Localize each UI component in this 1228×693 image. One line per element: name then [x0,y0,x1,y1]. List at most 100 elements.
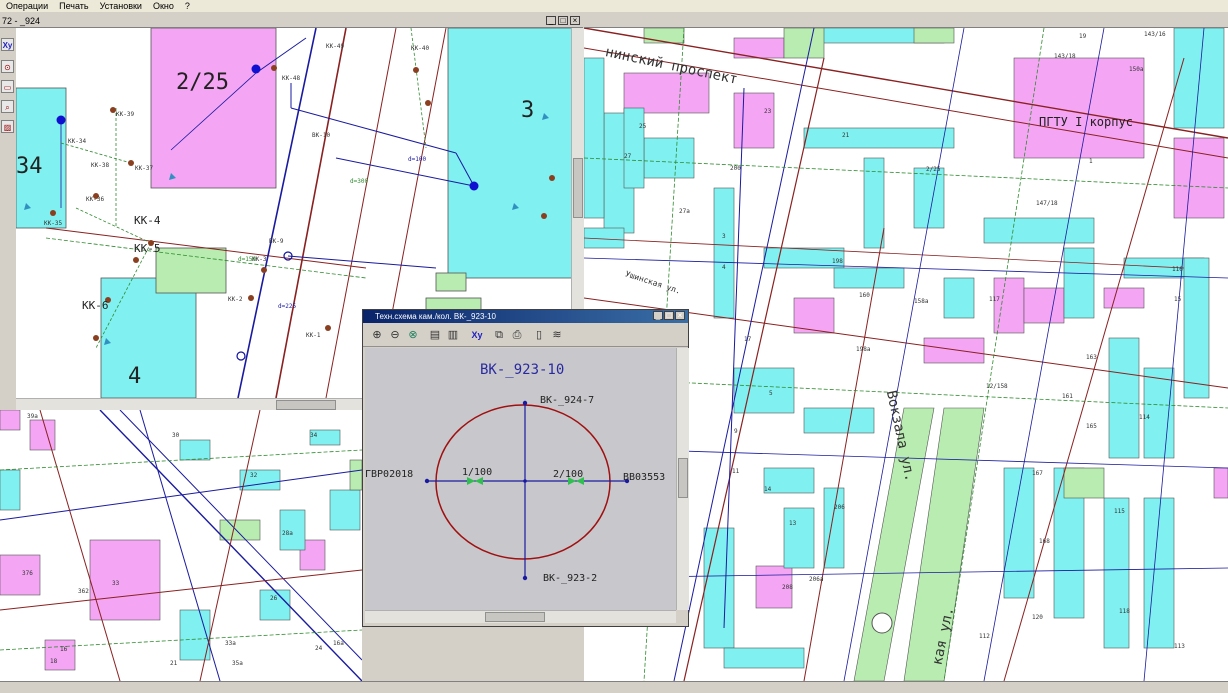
bottom-left-map-pane[interactable]: 39а 30 34 32 28а 376 26 24 33 33а 35а 16… [0,410,362,681]
close-button[interactable]: × [570,16,580,25]
left-window-titlebar: 72 - _924 _ □ × [0,14,583,28]
menu-window[interactable]: Окно [153,0,174,12]
east-pipe-label: 2/100 [553,469,584,480]
building-label: 4 [128,364,142,389]
center-node-point [523,479,527,483]
building-label: 116 [1172,266,1183,273]
well-label: ВК-9 [269,238,284,245]
scheme-diagram [424,400,630,581]
building-label: 167 [1032,470,1043,477]
left-window-title: 72 - _924 [2,16,41,26]
building-label: 2/25 [926,166,941,173]
building-label: 150а [1129,66,1144,73]
coords-icon[interactable]: Xy [469,327,485,343]
well-label: КК-49 [326,43,345,50]
building-label: 14 [764,486,772,493]
menu-settings[interactable]: Установки [100,0,142,12]
dialog-minimize-button[interactable]: _ [653,311,663,320]
building-label: 13 [789,520,797,527]
building-label: 1 [1089,158,1093,165]
scroll-thumb[interactable] [276,400,336,410]
building-label: 30 [172,432,180,439]
bottom-left-map-canvas [0,410,362,681]
dialog-titlebar[interactable]: Техн.схема кам./кол. ВК-_923-10 _ □ × [363,310,688,323]
menu-operations[interactable]: Операции [6,0,48,12]
building-label: 18 [50,658,58,665]
dialog-title: Техн.схема кам./кол. ВК-_923-10 [375,312,496,321]
building-label: 160 [859,292,870,299]
building-label: 198 [832,258,843,265]
building-label: 143/18 [1054,53,1076,60]
building-label: 11 [732,468,740,475]
well-label: КК-4 [134,214,161,227]
building-label: 143/16 [1144,31,1166,38]
building-label: 25 [639,123,647,130]
west-node-point [424,478,430,484]
building-label: 113 [1174,643,1185,650]
pipe-label: d=150 [238,256,257,263]
building-label: 168 [1039,538,1050,545]
print-icon[interactable]: ⎙ [509,327,525,343]
copy-icon[interactable]: ⧉ [491,327,507,343]
building-label: 28а [282,530,293,537]
building-label: 376 [22,570,33,577]
building-label: 16 [60,646,68,653]
building-label: 114 [1139,414,1150,421]
pan-tool-icon[interactable]: ⊙ [1,60,14,73]
building-label: 163 [1086,354,1097,361]
zoom-tool-icon[interactable]: ⌕ [1,100,14,113]
maximize-button[interactable]: □ [558,16,568,25]
select-tool-icon[interactable]: ▭ [1,80,14,93]
tile-2-icon[interactable]: ▥ [445,327,461,343]
settings-icon[interactable]: ≋ [549,327,565,343]
preview-icon[interactable]: ▯ [531,327,547,343]
building-label: 200 [730,165,741,172]
west-node-label: ГВР02018 [365,469,414,480]
coords-tool-icon[interactable]: Xy [1,38,14,51]
right-window-titlebar [584,14,1228,28]
building-label: 32 [250,472,258,479]
building-label: 33 [112,580,120,587]
building-label: 2/25 [176,70,229,95]
menu-print[interactable]: Печать [59,0,88,12]
menu-bar: Операции Печать Установки Окно ? [0,0,1228,12]
scroll-thumb[interactable] [485,612,545,622]
tool-strip: Xy ⊙ ▭ ⌕ ▨ [0,28,17,398]
hatch-tool-icon[interactable]: ▨ [1,120,14,133]
dialog-maximize-button[interactable]: □ [664,311,674,320]
pipe-label: d=225 [278,303,297,310]
building-label: 34 [16,154,43,179]
building-label: 33а [225,640,236,647]
dialog-close-button[interactable]: × [675,311,685,320]
zoom-fit-icon[interactable]: ⊗ [405,327,421,343]
well-label: КК-2 [228,296,243,303]
building-label: 362 [78,588,89,595]
well-label: КК-36 [86,196,105,203]
building-label: 15 [1174,296,1182,303]
building-label: 3 [722,233,726,240]
building-label: 5 [769,390,773,397]
scroll-thumb[interactable] [573,158,583,218]
dialog-vertical-scrollbar[interactable] [676,348,689,610]
dialog-horizontal-scrollbar[interactable] [365,610,676,623]
minimize-button[interactable]: _ [546,16,556,25]
menu-help[interactable]: ? [185,0,190,12]
zoom-out-icon[interactable]: ⊖ [387,327,403,343]
building-label: 120 [1032,614,1043,621]
pipe-label: d=100 [408,156,427,163]
tile-icon[interactable]: ▤ [427,327,443,343]
building-label: 198а [856,346,871,353]
well-label: КК-6 [82,299,109,312]
building-label: 16а [333,640,344,647]
building-label: 206 [834,504,845,511]
zoom-in-icon[interactable]: ⊕ [369,327,385,343]
well-label: КК-39 [116,111,135,118]
chamber-name: ВК-_923-10 [480,362,565,378]
scroll-thumb[interactable] [678,458,688,498]
building-label: 12/158 [986,383,1008,390]
building-label: ПГТУ I корпус [1039,115,1133,129]
building-label: 39а [27,413,38,420]
building-label: 112 [979,633,990,640]
well-label: КК-38 [91,162,110,169]
building-label: 3 [521,98,535,123]
